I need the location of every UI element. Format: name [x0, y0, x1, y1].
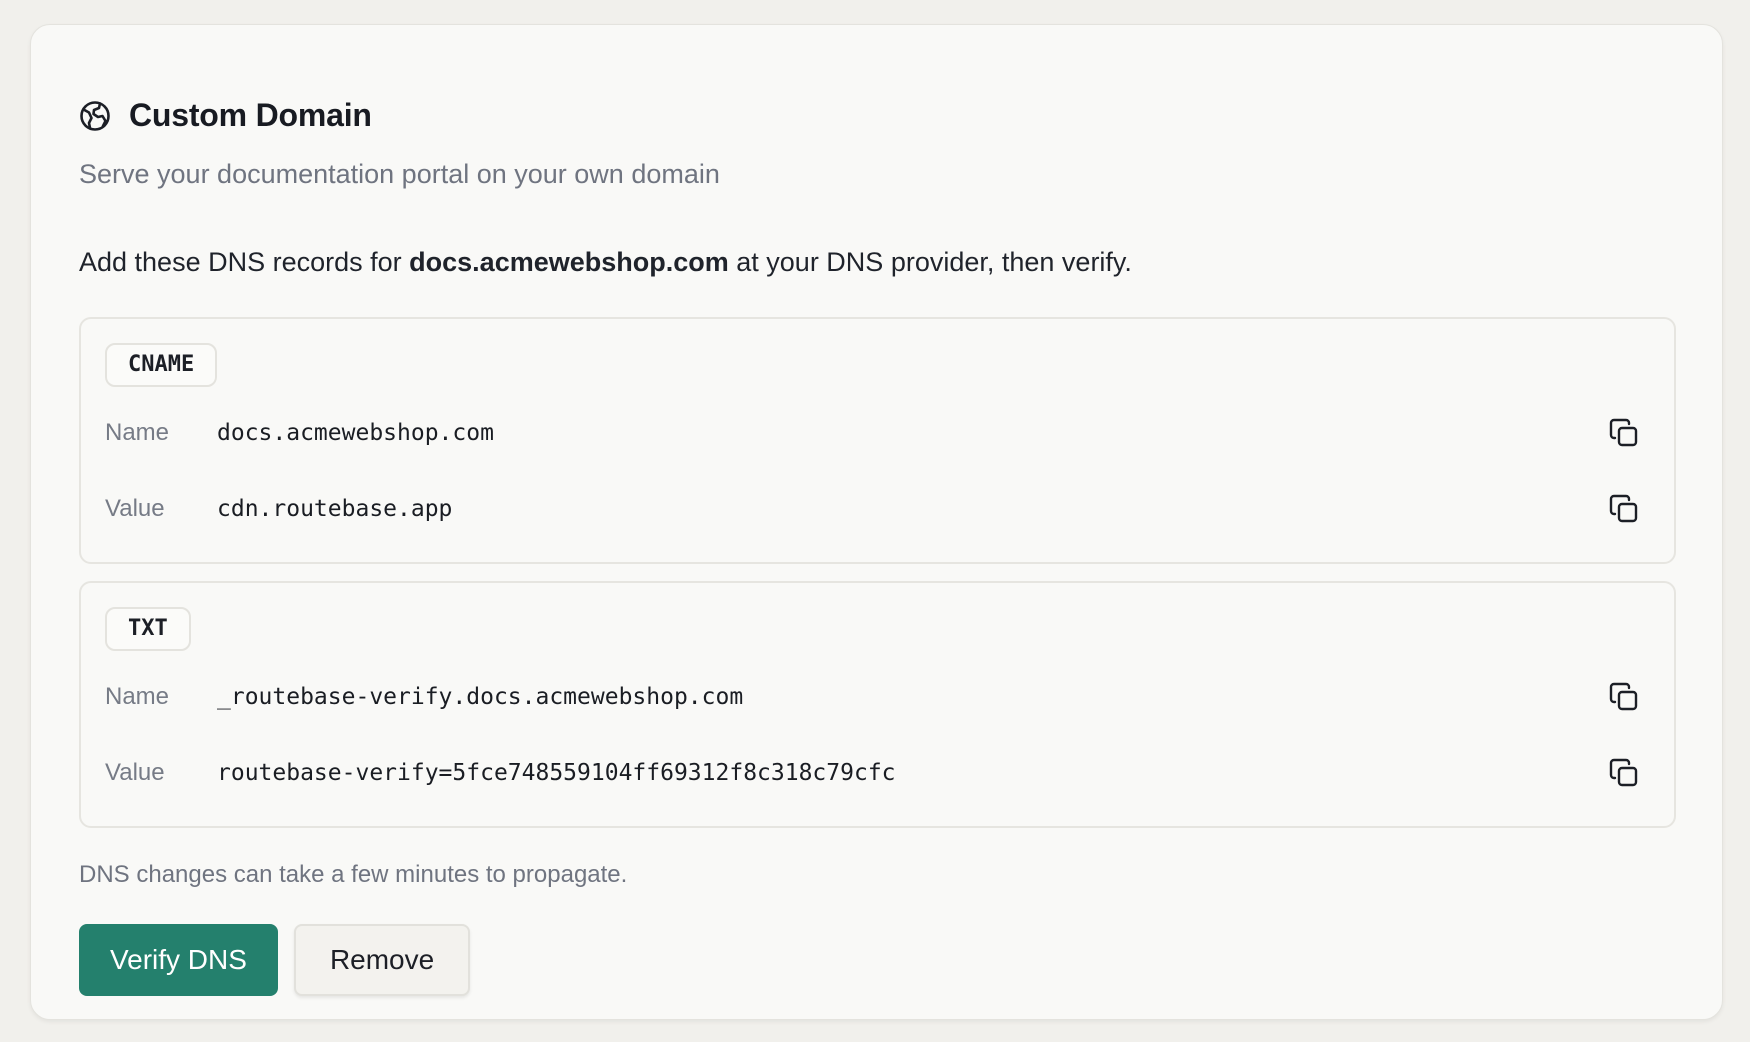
copy-icon — [1609, 682, 1638, 711]
copy-name-button[interactable] — [1600, 409, 1648, 457]
propagation-note: DNS changes can take a few minutes to pr… — [79, 861, 628, 888]
name-value[interactable]: docs.acmewebshop.com — [217, 420, 1600, 446]
copy-icon — [1609, 758, 1638, 787]
value-value[interactable]: routebase-verify=5fce748559104ff69312f8c… — [217, 760, 1600, 786]
page-title: Custom Domain — [129, 97, 372, 133]
copy-icon — [1609, 418, 1638, 447]
name-label: Name — [105, 683, 170, 710]
custom-domain-card: Custom Domain Serve your documentation p… — [30, 24, 1723, 1020]
record-name-row: Name _routebase-verify.docs.acmewebshop.… — [105, 669, 1650, 725]
action-bar: Verify DNS Remove — [79, 924, 471, 996]
value-label: Value — [105, 759, 165, 786]
instructions-prefix: Add these DNS records for — [79, 247, 410, 277]
page-subtitle: Serve your documentation portal on your … — [79, 159, 720, 189]
card-header: Custom Domain — [79, 97, 372, 134]
record-type-badge: CNAME — [105, 343, 218, 387]
instructions-domain: docs.acmewebshop.com — [409, 247, 729, 277]
record-value-row: Value routebase-verify=5fce748559104ff69… — [105, 745, 1650, 801]
value-label: Value — [105, 495, 165, 522]
record-value-row: Value cdn.routebase.app — [105, 481, 1650, 537]
remove-button[interactable]: Remove — [293, 924, 471, 996]
record-type-badge: TXT — [105, 607, 191, 651]
verify-dns-button[interactable]: Verify DNS — [79, 924, 278, 996]
dns-record-txt: TXT Name _routebase-verify.docs.acmewebs… — [79, 581, 1676, 828]
dns-record-cname: CNAME Name docs.acmewebshop.com Value cd… — [79, 317, 1676, 564]
copy-value-button[interactable] — [1600, 485, 1648, 533]
copy-value-button[interactable] — [1600, 749, 1648, 797]
copy-icon — [1609, 494, 1638, 523]
instructions-suffix: at your DNS provider, then verify. — [728, 247, 1132, 277]
globe-icon — [79, 100, 111, 132]
record-name-row: Name docs.acmewebshop.com — [105, 405, 1650, 461]
copy-name-button[interactable] — [1600, 673, 1648, 721]
name-label: Name — [105, 419, 170, 446]
name-value[interactable]: _routebase-verify.docs.acmewebshop.com — [217, 684, 1600, 710]
value-value[interactable]: cdn.routebase.app — [217, 496, 1600, 522]
instructions-text: Add these DNS records for docs.acmewebsh… — [79, 247, 1132, 278]
